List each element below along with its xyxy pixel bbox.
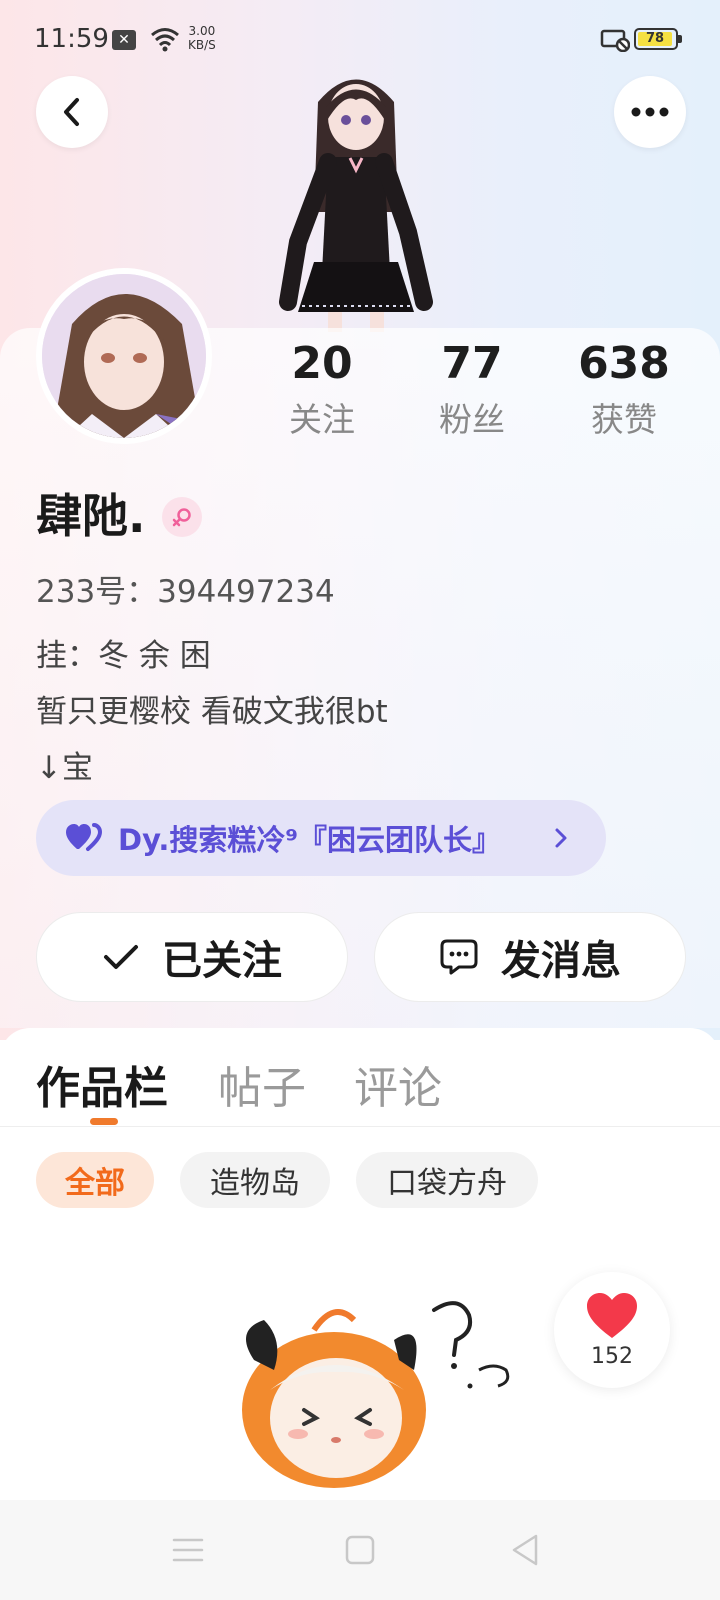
check-icon bbox=[104, 945, 138, 969]
stat-following[interactable]: 20 关注 bbox=[252, 338, 392, 442]
pinned-link-text: Dy.搜索糕冷⁹『困云团队长』 bbox=[118, 823, 502, 857]
filter-chip-pocket-ark[interactable]: 口袋方舟 bbox=[356, 1152, 538, 1208]
net-speed-unit: KB/S bbox=[188, 38, 216, 52]
avatar[interactable] bbox=[36, 268, 212, 444]
gender-female-icon bbox=[162, 497, 202, 537]
pinned-link-chip[interactable]: Dy.搜索糕冷⁹『困云团队长』 bbox=[36, 800, 606, 876]
user-id: 233号：394497234 bbox=[36, 574, 335, 610]
battery-icon: 78 bbox=[634, 28, 682, 50]
chevron-right-icon bbox=[555, 828, 567, 848]
back-button[interactable] bbox=[36, 76, 108, 148]
chat-bubble-icon bbox=[440, 939, 478, 975]
stat-following-label: 关注 bbox=[289, 400, 355, 439]
chevron-left-icon bbox=[64, 98, 79, 126]
bio-line: ↓宝 bbox=[36, 750, 93, 786]
battery-tip bbox=[678, 35, 682, 43]
send-message-button[interactable]: 发消息 bbox=[374, 912, 686, 1002]
tab-posts[interactable]: 帖子 bbox=[218, 1052, 306, 1116]
username: 肆阤. bbox=[36, 489, 146, 543]
empty-state-mascot-image bbox=[242, 1301, 510, 1488]
status-time: 11:59 bbox=[34, 24, 109, 54]
stat-following-value: 20 bbox=[291, 338, 353, 389]
send-message-label: 发消息 bbox=[501, 938, 621, 984]
heart-icon bbox=[587, 1292, 637, 1338]
female-symbol-icon bbox=[172, 508, 191, 527]
followed-button[interactable]: 已关注 bbox=[36, 912, 348, 1002]
stat-fans-label: 粉丝 bbox=[439, 400, 505, 439]
battery-level: 78 bbox=[638, 32, 672, 46]
back-triangle-icon[interactable] bbox=[506, 1530, 546, 1570]
menu-icon[interactable] bbox=[168, 1530, 208, 1570]
filter-chip-all[interactable]: 全部 bbox=[36, 1152, 154, 1208]
bio-line: 挂：冬 余 困 bbox=[36, 638, 211, 674]
like-floating-button[interactable]: 152 bbox=[554, 1272, 670, 1388]
bio: 挂：冬 余 困 暂只更樱校 看破文我很bt ↓宝 bbox=[36, 628, 388, 796]
wifi-icon bbox=[151, 28, 179, 52]
stat-fans-value: 77 bbox=[441, 338, 503, 389]
avatar-image bbox=[42, 274, 206, 438]
net-speed-value: 3.00 bbox=[188, 24, 216, 38]
double-heart-icon bbox=[66, 823, 102, 851]
net-speed: 3.00 KB/S bbox=[188, 24, 216, 52]
stat-fans[interactable]: 77 粉丝 bbox=[402, 338, 542, 442]
followed-button-label: 已关注 bbox=[162, 938, 282, 984]
cast-off-icon bbox=[600, 29, 630, 52]
more-button[interactable] bbox=[614, 76, 686, 148]
tab-active-indicator bbox=[90, 1118, 118, 1125]
character-figure-image bbox=[279, 79, 433, 332]
tab-works[interactable]: 作品栏 bbox=[36, 1052, 168, 1116]
bio-line: 暂只更樱校 看破文我很bt bbox=[36, 694, 388, 730]
tab-comments[interactable]: 评论 bbox=[354, 1052, 442, 1116]
stat-likes[interactable]: 638 获赞 bbox=[554, 338, 694, 442]
stat-likes-value: 638 bbox=[578, 338, 670, 389]
stat-likes-label: 获赞 bbox=[591, 400, 657, 439]
tab-divider bbox=[0, 1126, 720, 1127]
notification-x-icon: ✕ bbox=[112, 30, 136, 50]
home-square-icon[interactable] bbox=[340, 1530, 380, 1570]
like-count: 152 bbox=[591, 1343, 633, 1369]
system-nav-bar bbox=[0, 1500, 720, 1600]
filter-chip-creation-island[interactable]: 造物岛 bbox=[180, 1152, 330, 1208]
more-dots-icon bbox=[631, 107, 669, 117]
